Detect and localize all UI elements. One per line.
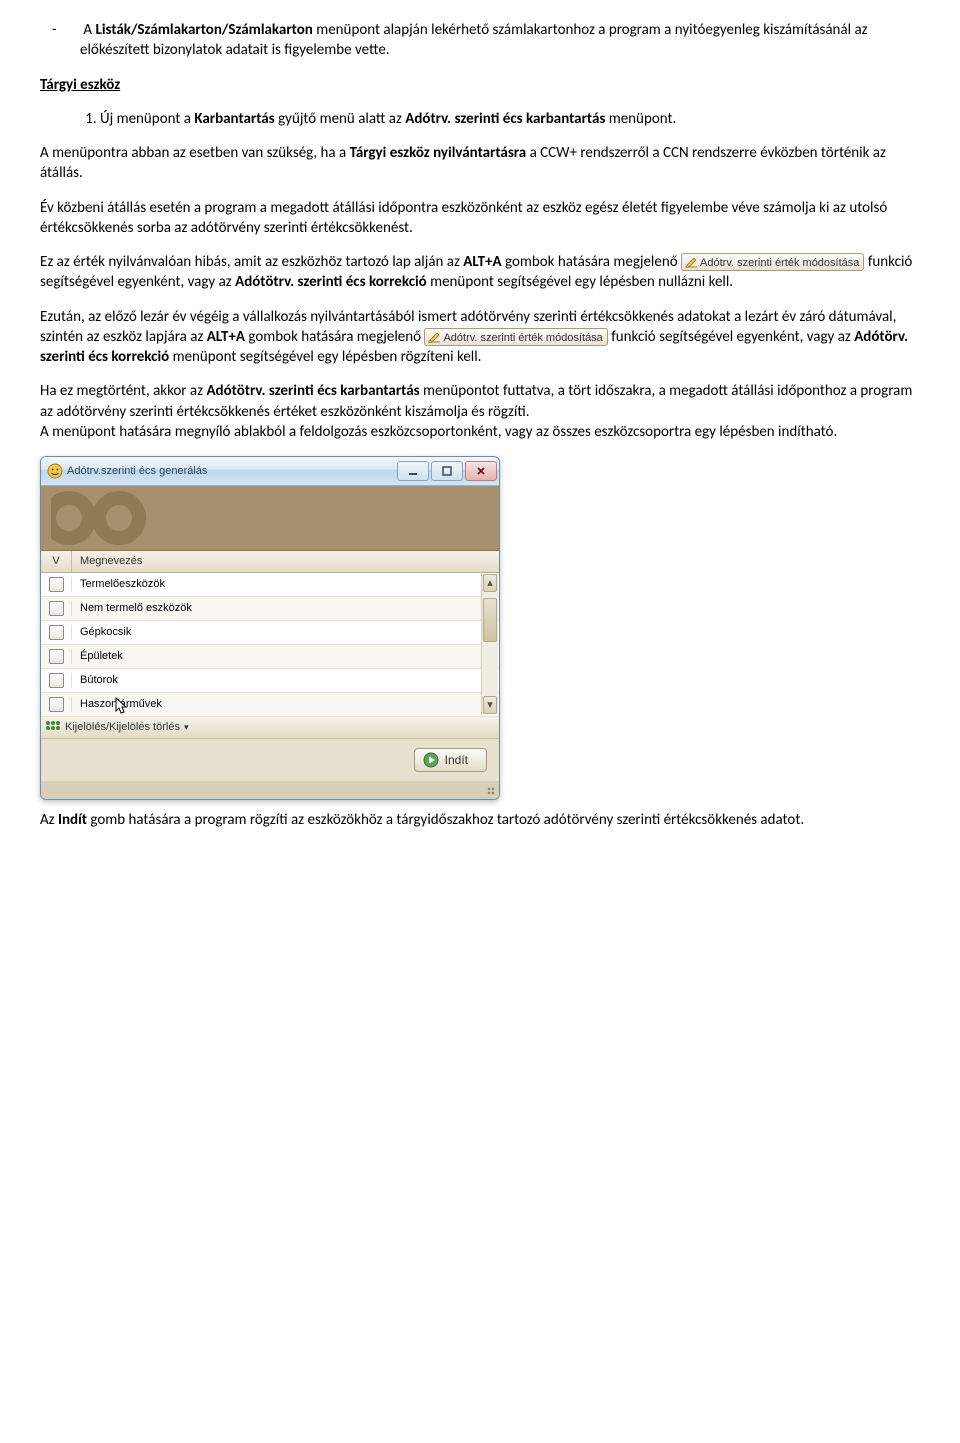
paragraph: Év közbeni átállás esetén a program a me… xyxy=(40,198,920,239)
list-row[interactable]: Bútorok xyxy=(41,669,499,693)
select-deselect-bar[interactable]: Kijelölés/Kijelölés törlés ▾ xyxy=(41,715,499,738)
minimize-button[interactable] xyxy=(397,461,429,481)
list-cell: Bútorok xyxy=(72,673,499,688)
window-toolbar xyxy=(41,486,499,551)
list-body: Termelőeszközök Nem termelő eszközök Gép… xyxy=(41,573,499,715)
alt-a-shortcut: ALT+A xyxy=(207,328,245,346)
dropdown-arrow-icon: ▾ xyxy=(184,721,189,733)
list-row[interactable]: Épületek xyxy=(41,645,499,669)
checkbox[interactable] xyxy=(49,697,64,712)
list-cell: Gépkocsik xyxy=(72,625,499,640)
checkbox[interactable] xyxy=(49,577,64,592)
numbered-list: Új menüpont a Karbantartás gyűjtő menü a… xyxy=(40,109,920,129)
dialog-adotrv-ecs-generalas: Adótrv.szerinti écs generálás V Megnevez… xyxy=(40,456,500,800)
text: Új menüpont a xyxy=(100,110,194,128)
column-header-v[interactable]: V xyxy=(41,551,72,572)
checkbox[interactable] xyxy=(49,649,64,664)
maximize-icon xyxy=(442,466,452,476)
list-cell: Termelőeszközök xyxy=(72,577,499,592)
bold-text: Adótrv. szerinti écs karbantartás xyxy=(405,110,605,128)
text: menüpont segítségével egy lépésben rögzí… xyxy=(169,348,481,366)
select-all-icon xyxy=(45,720,61,734)
section-heading-targyi-eszkoz: Tárgyi eszköz xyxy=(40,75,920,95)
minimize-icon xyxy=(408,466,418,476)
text: gombok hatására megjelenő xyxy=(502,253,681,271)
bold-text: Adótötrv. szerinti écs korrekció xyxy=(235,273,427,291)
list-cell: Nem termelő eszközök xyxy=(72,601,499,616)
list-row[interactable]: Gépkocsik xyxy=(41,621,499,645)
scroll-down-button[interactable]: ▾ xyxy=(483,696,497,714)
list-row[interactable]: Haszonjárművek xyxy=(41,693,499,717)
numbered-item-1: Új menüpont a Karbantartás gyűjtő menü a… xyxy=(100,109,920,129)
text: A menüpontra abban az esetben van szüksé… xyxy=(40,144,350,162)
checkbox[interactable] xyxy=(49,601,64,616)
text: A xyxy=(83,21,95,39)
list-header: V Megnevezés xyxy=(41,551,499,573)
pencil-icon xyxy=(684,255,698,269)
text: gomb hatására a program rögzíti az eszkö… xyxy=(87,811,804,829)
text: A menüpont hatására megnyíló ablakból a … xyxy=(40,423,837,441)
resize-grip[interactable] xyxy=(41,781,499,799)
pencil-icon xyxy=(427,330,441,344)
window-titlebar[interactable]: Adótrv.szerinti écs generálás xyxy=(41,457,499,486)
dialog-footer: Indít xyxy=(41,738,499,781)
play-icon xyxy=(423,752,439,768)
checkbox[interactable] xyxy=(49,625,64,640)
alt-a-shortcut: ALT+A xyxy=(463,253,501,271)
scroll-thumb[interactable] xyxy=(483,598,497,642)
text: Ha ez megtörtént, akkor az xyxy=(40,382,206,400)
paragraph: Ha ez megtörtént, akkor az Adótötrv. sze… xyxy=(40,381,920,442)
scrollbar[interactable]: ▴ ▾ xyxy=(481,574,498,714)
bold-text: Karbantartás xyxy=(194,110,274,128)
paragraph: A menüpontra abban az esetben van szüksé… xyxy=(40,143,920,184)
inline-button-adotrv-modositasa[interactable]: Adótrv. szerinti érték módosítása xyxy=(681,253,864,271)
menupath-bold: Listák/Számlakarton/Számlakarton xyxy=(95,21,312,39)
column-header-megnevezes[interactable]: Megnevezés xyxy=(72,551,499,572)
indit-label: Indít xyxy=(445,752,468,768)
bold-text: Tárgyi eszköz nyilvántartásra xyxy=(350,144,527,162)
text: funkció segítségével egyenként, vagy az xyxy=(611,328,854,346)
list-row[interactable]: Termelőeszközök xyxy=(41,573,499,597)
close-button[interactable] xyxy=(465,461,497,481)
text: menüpont segítségével egy lépésben nullá… xyxy=(427,273,733,291)
list-row[interactable]: Nem termelő eszközök xyxy=(41,597,499,621)
close-icon xyxy=(476,466,486,476)
inline-button-adotrv-modositasa[interactable]: Adótrv. szerinti érték módosítása xyxy=(424,328,607,346)
indit-button[interactable]: Indít xyxy=(414,748,487,772)
text: Ez az érték nyilvánvalóan hibás, amit az… xyxy=(40,253,463,271)
bold-text: Indít xyxy=(58,811,87,829)
text: gyűjtő menü alatt az xyxy=(275,110,406,128)
list-cell: Haszonjárművek xyxy=(72,697,499,712)
bullet-item: A Listák/Számlakarton/Számlakarton menüp… xyxy=(80,20,920,61)
window-title: Adótrv.szerinti écs generálás xyxy=(67,464,397,479)
text: menüpont. xyxy=(605,110,676,128)
text: Az xyxy=(40,811,58,829)
maximize-button[interactable] xyxy=(431,461,463,481)
paragraph: Ezután, az előző lezár év végéig a válla… xyxy=(40,307,920,368)
paragraph: Ez az érték nyilvánvalóan hibás, amit az… xyxy=(40,252,920,293)
select-deselect-label: Kijelölés/Kijelölés törlés xyxy=(65,720,180,735)
checkbox[interactable] xyxy=(49,673,64,688)
inline-button-label: Adótrv. szerinti érték módosítása xyxy=(443,332,602,344)
app-icon xyxy=(47,463,63,479)
text: gombok hatására megjelenő xyxy=(245,328,424,346)
bullet-list: A Listák/Számlakarton/Számlakarton menüp… xyxy=(40,20,920,61)
list-cell: Épületek xyxy=(72,649,499,664)
paragraph: Az Indít gomb hatására a program rögzíti… xyxy=(40,810,920,830)
inline-button-label: Adótrv. szerinti érték módosítása xyxy=(700,257,859,269)
bold-text: Adótötrv. szerinti écs karbantartás xyxy=(206,382,419,400)
scroll-up-button[interactable]: ▴ xyxy=(483,574,497,592)
